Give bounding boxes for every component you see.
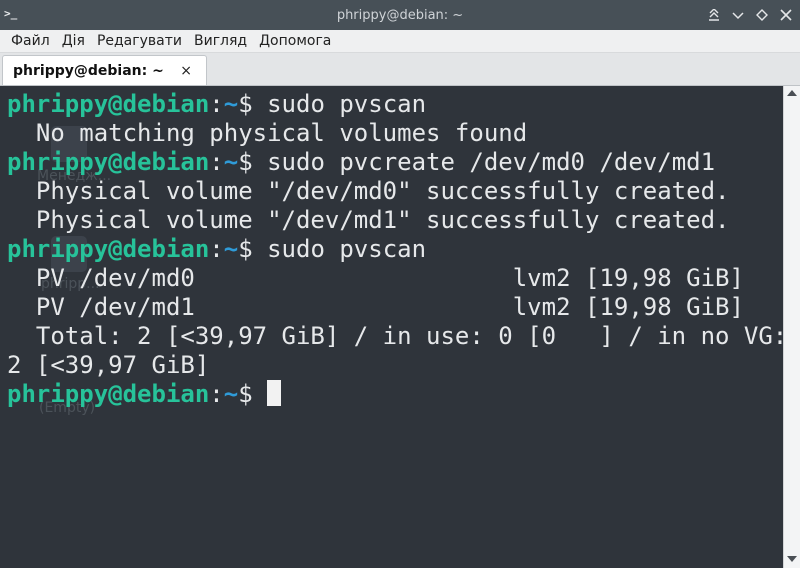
minimize-icon[interactable] bbox=[730, 7, 746, 23]
menu-bar: Файл Дія Редагувати Вигляд Допомога bbox=[0, 30, 800, 53]
scroll-down-arrow-icon[interactable] bbox=[787, 556, 797, 562]
scroll-up-arrow-icon[interactable] bbox=[787, 90, 797, 96]
prompt-line: phrippy@debian:~$ sudo pvscan bbox=[7, 90, 426, 119]
prompt-colon: : bbox=[209, 235, 224, 263]
prompt-path: ~ bbox=[223, 148, 239, 176]
prompt-symbol: $ bbox=[238, 380, 268, 408]
prompt-path: ~ bbox=[223, 380, 239, 408]
output-line: PV /dev/md0 lvm2 [19,98 GiB] bbox=[7, 264, 744, 292]
text-cursor bbox=[267, 380, 282, 406]
tab-close-icon[interactable]: × bbox=[180, 63, 192, 79]
menu-edit[interactable]: Редагувати bbox=[91, 30, 188, 52]
prompt-line: phrippy@debian:~$ sudo pvscan bbox=[7, 235, 426, 264]
prompt-symbol: $ bbox=[238, 235, 268, 263]
tab-bar: phrippy@debian: ~ × bbox=[0, 53, 800, 86]
keep-above-icon[interactable] bbox=[706, 7, 722, 23]
prompt-path: ~ bbox=[223, 235, 239, 263]
command-text: sudo pvscan bbox=[267, 90, 427, 118]
output-line: Total: 2 [<39,97 GiB] / in use: 0 [0 ] /… bbox=[7, 322, 783, 350]
terminal-icon[interactable]: >_ bbox=[4, 7, 18, 21]
tab-label: phrippy@debian: ~ bbox=[13, 62, 164, 79]
prompt-user: phrippy@debian bbox=[7, 380, 210, 408]
output-line: Physical volume "/dev/md1" successfully … bbox=[7, 206, 730, 234]
output-line: No matching physical volumes found bbox=[7, 119, 528, 147]
menu-file[interactable]: Файл bbox=[0, 30, 56, 52]
prompt-user: phrippy@debian bbox=[7, 148, 210, 176]
prompt-colon: : bbox=[209, 380, 224, 408]
maximize-icon[interactable] bbox=[754, 7, 770, 23]
title-bar[interactable]: >_ phrippy@debian: ~ bbox=[0, 0, 800, 30]
command-text: sudo pvscan bbox=[267, 235, 427, 263]
scrollbar[interactable] bbox=[783, 86, 800, 568]
window-controls bbox=[706, 0, 794, 30]
prompt-colon: : bbox=[209, 148, 224, 176]
output-line: 2 [<39,97 GiB] bbox=[7, 351, 210, 379]
terminal-output[interactable]: Менедж... phripp... (Empty) phrippy@debi… bbox=[1, 86, 783, 568]
prompt-symbol: $ bbox=[238, 148, 268, 176]
prompt-user: phrippy@debian bbox=[7, 235, 210, 263]
prompt-line: phrippy@debian:~$ sudo pvcreate /dev/md0… bbox=[7, 148, 715, 177]
menu-action[interactable]: Дія bbox=[56, 30, 91, 52]
menu-view[interactable]: Вигляд bbox=[188, 30, 253, 52]
prompt-user: phrippy@debian bbox=[7, 90, 210, 118]
prompt-path: ~ bbox=[223, 90, 239, 118]
output-line: PV /dev/md1 lvm2 [19,98 GiB] bbox=[7, 293, 744, 321]
prompt-symbol: $ bbox=[238, 90, 268, 118]
menu-help[interactable]: Допомога bbox=[253, 30, 337, 52]
terminal-window: >_ phrippy@debian: ~ Файл Дія Редагувати… bbox=[0, 0, 800, 568]
tab-terminal[interactable]: phrippy@debian: ~ × bbox=[2, 55, 207, 85]
window-title: phrippy@debian: ~ bbox=[336, 7, 464, 23]
prompt-colon: : bbox=[209, 90, 224, 118]
command-text: sudo pvcreate /dev/md0 /dev/md1 bbox=[267, 148, 716, 176]
close-icon[interactable] bbox=[778, 7, 794, 23]
prompt-line: phrippy@debian:~$ bbox=[7, 380, 282, 409]
output-line: Physical volume "/dev/md0" successfully … bbox=[7, 177, 730, 205]
